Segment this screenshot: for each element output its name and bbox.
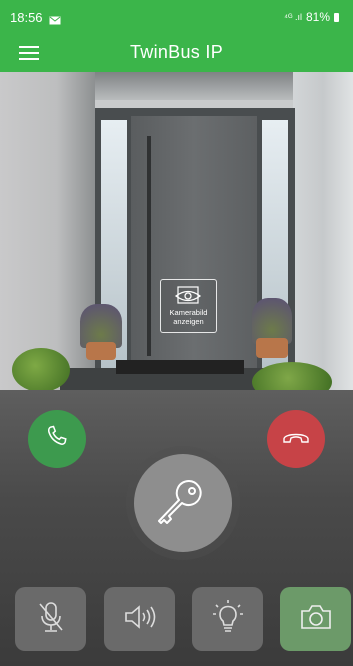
door-opener-button[interactable] [134,454,232,552]
key-icon [155,473,211,534]
light-button[interactable] [192,587,263,651]
camera-icon [299,603,333,636]
speaker-icon [122,603,158,636]
app-bar: TwinBus IP [0,36,353,72]
app-title: TwinBus IP [129,42,224,62]
light-bulb-icon [212,599,244,640]
snapshot-button[interactable] [280,587,351,651]
doormat [116,360,244,374]
phone-hangup-icon [281,427,311,452]
battery-level: 81% [305,10,330,24]
status-time: 18:56 [10,10,43,25]
show-camera-button[interactable]: Kamerabild anzeigen [160,279,217,333]
mute-microphone-button[interactable] [15,587,86,651]
accept-call-button[interactable] [28,410,86,468]
bush-left [12,348,70,390]
status-indicators: ⁴ᴳ .ıl 81% [284,10,339,24]
intercom-controls [0,390,353,666]
hang-up-button[interactable] [267,410,325,468]
show-camera-label: Kamerabild anzeigen [169,308,208,326]
wall-right [293,72,353,390]
door-handle [147,136,151,356]
phone-icon [43,423,71,456]
battery-icon [334,12,339,22]
flower-pot-left [86,342,116,360]
status-bar: 18:56 ⁴ᴳ .ıl 81% [0,0,353,36]
speaker-button[interactable] [104,587,175,651]
mail-icon [49,12,61,30]
mic-muted-icon [36,600,66,639]
camera-preview: Kamerabild anzeigen [0,72,353,390]
signal-indicator: ⁴ᴳ .ıl [284,12,302,22]
flower-pot-right [256,338,288,358]
